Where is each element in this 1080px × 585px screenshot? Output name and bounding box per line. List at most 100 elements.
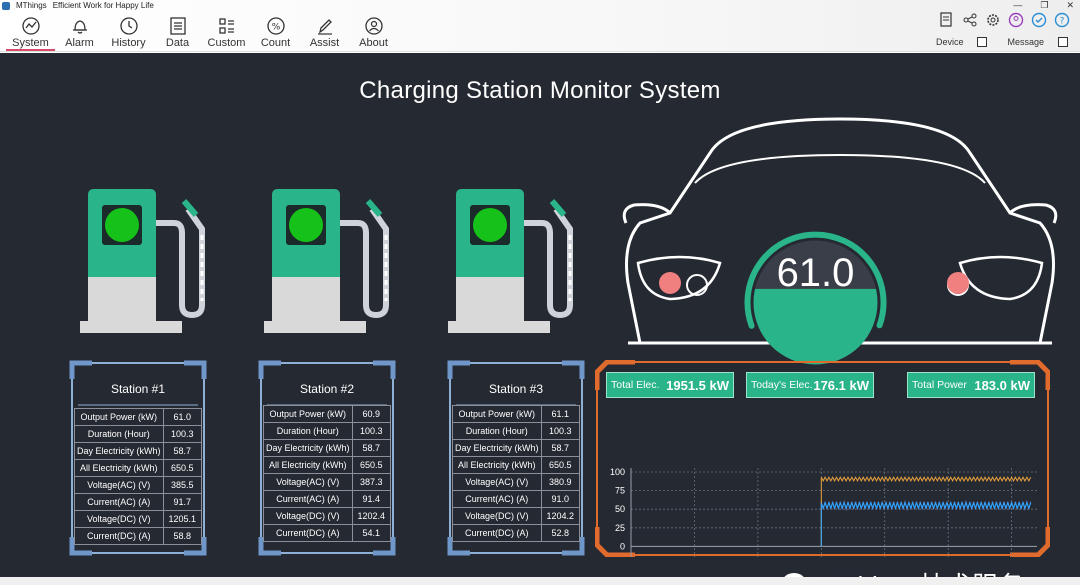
summary-panel: Total Elec. 1951.5 kW Today's Elec. 176.… [595,360,1050,557]
table-row: Current(DC) (A) 54.1 [263,524,392,542]
restore-button[interactable]: ❐ [1040,0,1048,11]
data-icon [169,17,186,35]
table-row: Voltage(AC) (V) 380.9 [452,473,581,491]
row-value: 54.1 [351,524,392,542]
watermark: MThings技术服务 [780,566,1024,577]
row-value: 52.8 [540,524,581,542]
y-tick-label: 25 [615,523,625,533]
station-card: Station #3 Output Power (kW) 61.1 Duration… [446,359,586,557]
nav-label: Alarm [65,37,94,49]
nav-history[interactable]: History [104,16,153,51]
row-label: Voltage(AC) (V) [452,473,542,491]
row-value: 100.3 [162,425,203,443]
row-label: Current(AC) (A) [263,490,353,508]
row-label: Duration (Hour) [263,422,353,440]
row-value: 58.7 [162,442,203,460]
pump-status-light [473,208,507,242]
row-label: Voltage(AC) (V) [263,473,353,491]
nav-label: System [12,37,49,49]
row-value: 380.9 [540,473,581,491]
history-icon [119,17,138,35]
nav-label: About [359,37,388,49]
row-label: Duration (Hour) [452,422,542,440]
app-name: MThings [16,1,47,10]
row-value: 1205.1 [162,510,203,528]
pump-status-light [289,208,323,242]
app-tagline: Efficient Work for Happy Life [52,1,154,10]
row-label: Output Power (kW) [452,405,542,423]
row-value: 61.0 [162,408,203,426]
row-label: Current(AC) (A) [452,490,542,508]
nav-system[interactable]: System [6,16,55,51]
nav-custom[interactable]: Custom [202,16,251,51]
row-value: 100.3 [540,422,581,440]
nav-assist[interactable]: Assist [300,16,349,51]
nav-about[interactable]: About [349,16,398,51]
row-value: 650.5 [351,456,392,474]
charging-pump-icon [262,189,397,335]
device-label: Device [935,37,964,47]
row-label: Output Power (kW) [263,405,353,423]
pen-icon [317,19,332,35]
table-row: Current(DC) (A) 52.8 [452,524,581,542]
series-line [820,476,1032,547]
gauge-value: 61.0 [776,251,855,295]
table-row: All Electricity (kWh) 650.5 [74,459,203,477]
close-button[interactable]: ✕ [1066,0,1074,11]
minimize-button[interactable]: — [1013,0,1022,11]
svg-text:%: % [271,23,280,33]
help-icon[interactable]: ? [1054,12,1070,28]
account-icon[interactable] [1008,12,1024,28]
row-label: Voltage(DC) (V) [452,507,542,525]
table-row: Voltage(AC) (V) 387.3 [263,473,392,491]
row-value: 387.3 [351,473,392,491]
row-label: All Electricity (kWh) [263,456,353,474]
right-toolbar: ? [939,12,1070,28]
nav-label: Data [165,37,190,49]
row-value: 650.5 [162,459,203,477]
row-label: Duration (Hour) [74,425,164,443]
message-checkbox[interactable] [1058,37,1068,47]
nav-count[interactable]: % Count [251,16,300,51]
bell-icon [72,20,87,34]
device-checkbox[interactable] [977,37,988,47]
row-value: 100.3 [351,422,392,440]
toolbar-toggles: Device Message [936,37,1068,47]
row-value: 650.5 [540,456,581,474]
table-row: Current(DC) (A) 58.8 [74,527,203,545]
wechat-icon [783,572,805,577]
series-line [820,501,1032,547]
table-row: Output Power (kW) 61.0 [74,408,203,426]
system-icon [21,17,40,35]
check-icon[interactable] [1031,12,1047,28]
nav-alarm[interactable]: Alarm [55,16,104,51]
row-value: 58.7 [540,439,581,457]
document-icon[interactable] [939,12,955,28]
station-card: Station #2 Output Power (kW) 60.9 Duration… [257,359,397,557]
main-nav: System Alarm History Data Custom % Count… [6,16,398,51]
nav-data[interactable]: Data [153,16,202,51]
table-row: Voltage(AC) (V) 385.5 [74,476,203,494]
row-value: 91.7 [162,493,203,511]
dashboard-canvas: Charging Station Monitor System 61.0 Sta… [0,53,1080,577]
table-row: Output Power (kW) 60.9 [263,405,392,423]
row-label: Day Electricity (kWh) [74,442,164,460]
table-row: Duration (Hour) 100.3 [452,422,581,440]
row-label: Voltage(DC) (V) [263,507,353,525]
row-value: 385.5 [162,476,203,494]
output-power-chart: 1007550250-2518:10:0018:15:0018:20:0018:… [610,467,1037,557]
row-label: Current(AC) (A) [74,493,164,511]
table-row: Current(AC) (A) 91.7 [74,493,203,511]
device-toggle[interactable]: Device [936,37,988,47]
row-value: 58.7 [351,439,392,457]
gauge-fill [753,288,878,365]
share-icon[interactable] [962,12,978,28]
y-tick-label: 100 [610,467,625,477]
row-label: Output Power (kW) [74,408,164,426]
gear-icon[interactable] [985,12,1001,28]
y-tick-label: 50 [615,504,625,514]
message-toggle[interactable]: Message [1007,37,1068,47]
app-toolbar: MThings Efficient Work for Happy Life — … [0,0,1080,52]
table-row: Current(AC) (A) 91.0 [452,490,581,508]
app-logo-icon [2,1,10,10]
